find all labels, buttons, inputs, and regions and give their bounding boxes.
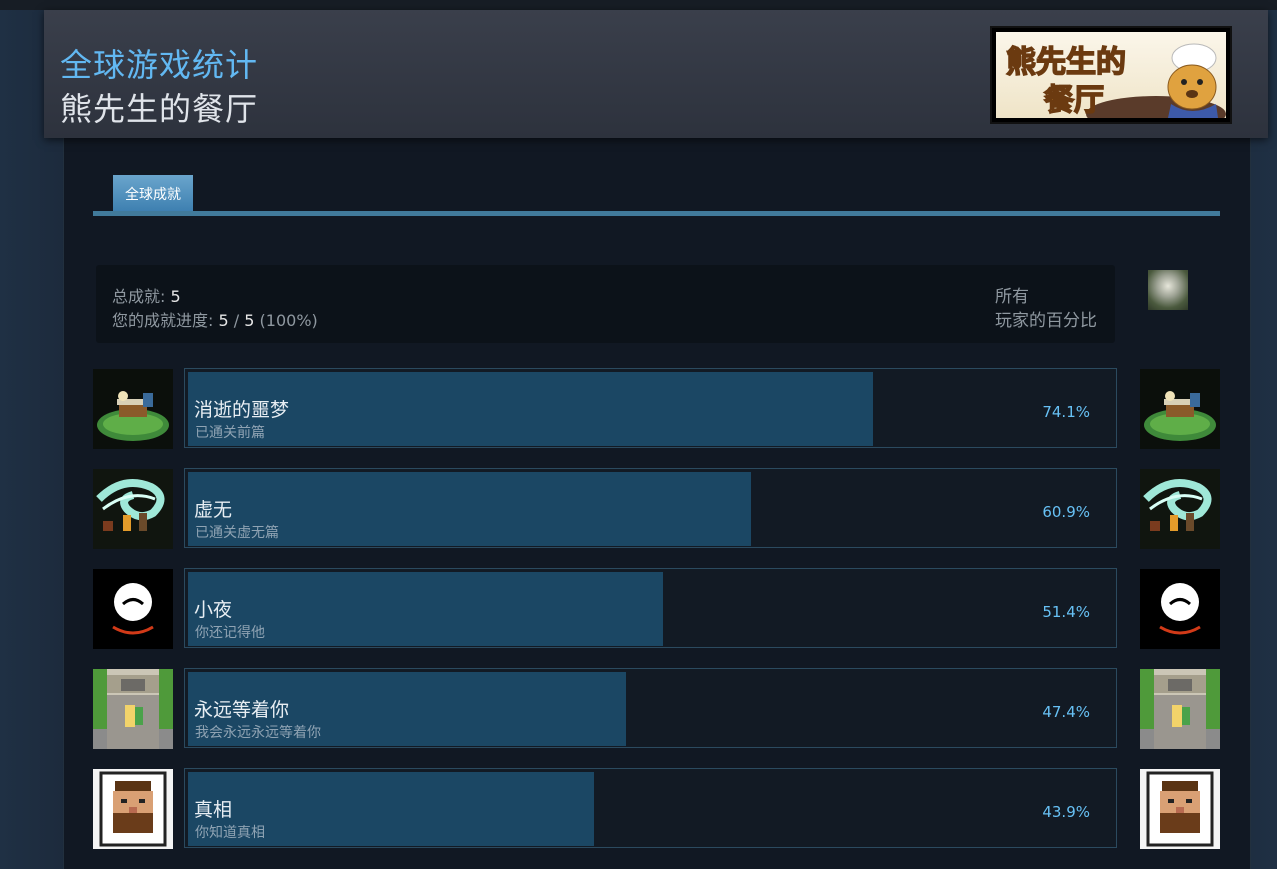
achievement-percent: 51.4% bbox=[1042, 603, 1090, 621]
achievement-description: 你知道真相 bbox=[195, 825, 265, 841]
achievement-icon-left-1 bbox=[93, 369, 173, 449]
progress-current: 5 bbox=[218, 311, 229, 330]
logo-text-line2: 餐厅 bbox=[1044, 83, 1104, 118]
achievement-name: 真相 bbox=[194, 799, 233, 821]
achievement-description: 已通关虚无篇 bbox=[195, 525, 279, 541]
achievement-icon-right-5 bbox=[1140, 769, 1220, 849]
achievement-percent: 43.9% bbox=[1042, 803, 1090, 821]
achievement-name: 虚无 bbox=[194, 499, 233, 521]
tab-underline bbox=[93, 211, 1220, 216]
progress-label: 您的成就进度: bbox=[112, 311, 214, 330]
all-players-label: 所有 bbox=[995, 287, 1029, 307]
achievement-icon-left-5 bbox=[93, 769, 173, 849]
achievement-row[interactable]: 消逝的噩梦 已通关前篇 74.1% bbox=[184, 368, 1117, 448]
achievement-icon-left-2 bbox=[93, 469, 173, 549]
achievement-row[interactable]: 真相 你知道真相 43.9% bbox=[184, 768, 1117, 848]
page-header: 全球游戏统计 熊先生的餐厅 熊先生的 餐厅 bbox=[44, 10, 1268, 138]
achievement-summary: 总成就: 5 您的成就进度: 5 / 5 (100%) 所有 玩家的百分比 bbox=[96, 265, 1115, 343]
logo-text-line1: 熊先生的 bbox=[1006, 45, 1126, 80]
progress-total: 5 bbox=[244, 311, 255, 330]
user-avatar[interactable] bbox=[1148, 270, 1188, 310]
achievement-name: 消逝的噩梦 bbox=[194, 399, 290, 421]
achievement-name: 永远等着你 bbox=[194, 699, 290, 721]
achievement-row[interactable]: 虚无 已通关虚无篇 60.9% bbox=[184, 468, 1117, 548]
achievement-description: 你还记得他 bbox=[195, 625, 265, 641]
achievement-progress: 您的成就进度: 5 / 5 (100%) bbox=[112, 307, 318, 331]
achievement-percent: 60.9% bbox=[1042, 503, 1090, 521]
game-logo[interactable]: 熊先生的 餐厅 bbox=[990, 26, 1232, 124]
percent-of-players-label: 玩家的百分比 bbox=[995, 311, 1097, 331]
game-name: 熊先生的餐厅 bbox=[60, 90, 259, 128]
achievement-icon-right-1 bbox=[1140, 369, 1220, 449]
progress-separator: / bbox=[233, 311, 240, 330]
achievement-percent: 47.4% bbox=[1042, 703, 1090, 721]
game-logo-art: 熊先生的 餐厅 bbox=[996, 32, 1226, 118]
achievement-icon-right-4 bbox=[1140, 669, 1220, 749]
achievement-name: 小夜 bbox=[194, 599, 233, 621]
achievement-icon-right-3 bbox=[1140, 569, 1220, 649]
tab-global-achievements[interactable]: 全球成就 bbox=[113, 175, 193, 212]
achievement-row[interactable]: 永远等着你 我会永远永远等着你 47.4% bbox=[184, 668, 1117, 748]
achievement-icon-left-3 bbox=[93, 569, 173, 649]
achievement-percent: 74.1% bbox=[1042, 403, 1090, 421]
total-label: 总成就: bbox=[112, 287, 166, 306]
progress-percent: (100%) bbox=[259, 311, 318, 330]
achievement-row[interactable]: 小夜 你还记得他 51.4% bbox=[184, 568, 1117, 648]
achievement-description: 我会永远永远等着你 bbox=[195, 725, 321, 741]
top-bar bbox=[0, 0, 1277, 10]
total-value: 5 bbox=[170, 287, 181, 306]
total-achievements: 总成就: 5 bbox=[112, 283, 181, 307]
achievement-icon-right-2 bbox=[1140, 469, 1220, 549]
page-title: 全球游戏统计 bbox=[60, 46, 259, 84]
achievement-icon-left-4 bbox=[93, 669, 173, 749]
achievement-progress-fill bbox=[188, 372, 873, 446]
achievement-description: 已通关前篇 bbox=[195, 425, 265, 441]
